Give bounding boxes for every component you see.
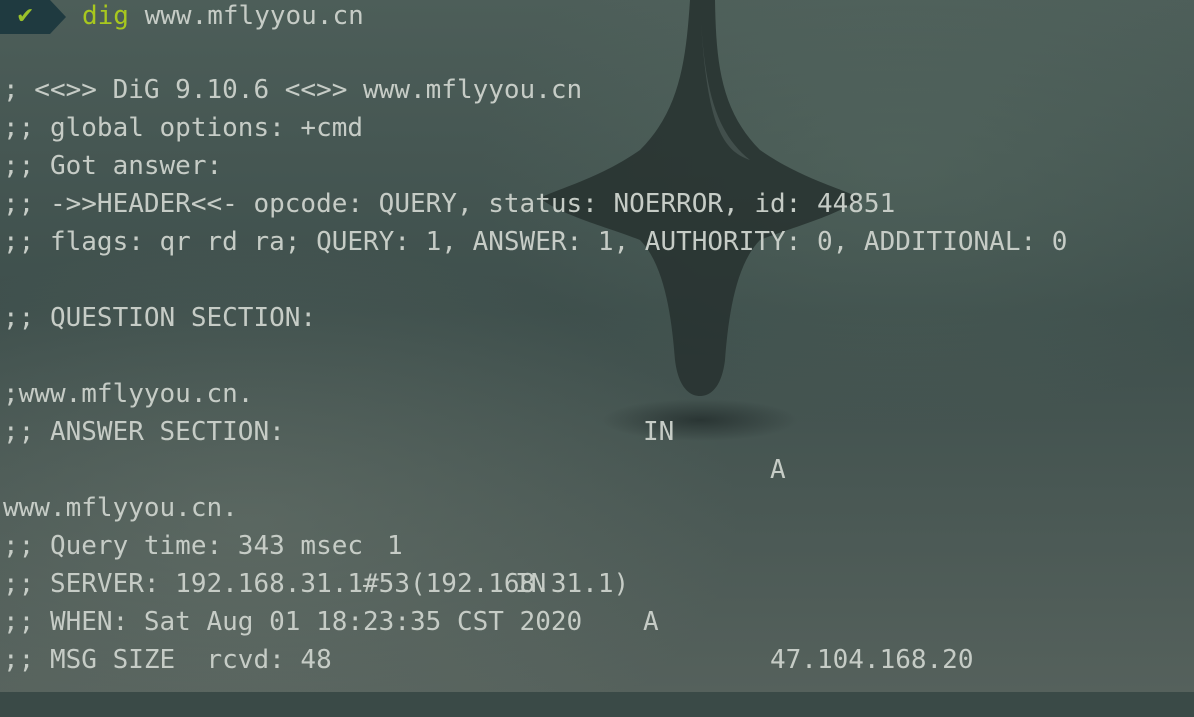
server-line: ;; SERVER: 192.168.31.1#53(192.168.31.1) bbox=[3, 569, 630, 599]
global-options-line: ;; global options: +cmd bbox=[3, 113, 364, 143]
answer-section-title: ;; ANSWER SECTION: bbox=[3, 417, 285, 447]
got-answer-line: ;; Got answer: bbox=[3, 151, 223, 181]
question-record: ;www.mflyyou.cn. IN A bbox=[3, 337, 1193, 485]
when-line: ;; WHEN: Sat Aug 01 18:23:35 CST 2020 bbox=[3, 607, 583, 637]
answer-address: 47.104.168.20 bbox=[770, 645, 974, 675]
flags-line: ;; flags: qr rd ra; QUERY: 1, ANSWER: 1,… bbox=[3, 227, 1068, 257]
command-line[interactable]: dig www.mflyyou.cn bbox=[82, 0, 364, 35]
answer-name: www.mflyyou.cn. bbox=[3, 493, 238, 523]
question-section-title: ;; QUESTION SECTION: bbox=[3, 303, 317, 333]
header-line: ;; ->>HEADER<<- opcode: QUERY, status: N… bbox=[3, 189, 896, 219]
answer-type: A bbox=[643, 607, 659, 637]
dig-banner: ; <<>> DiG 9.10.6 <<>> www.mflyyou.cn bbox=[3, 75, 583, 105]
answer-record: www.mflyyou.cn. 1 IN A 47.104.168.20 bbox=[3, 451, 1193, 675]
check-icon: ✔ bbox=[16, 4, 35, 29]
prompt-status-badge: ✔ bbox=[0, 0, 66, 34]
command-name: dig bbox=[82, 1, 129, 31]
command-argument: www.mflyyou.cn bbox=[144, 1, 364, 31]
terminal-output: ✔ dig www.mflyyou.cn ; <<>> DiG 9.10.6 <… bbox=[0, 0, 1194, 692]
answer-ttl: 1 bbox=[387, 531, 403, 561]
query-time-line: ;; Query time: 343 msec bbox=[3, 531, 364, 561]
question-name: ;www.mflyyou.cn. bbox=[3, 379, 254, 409]
question-class: IN bbox=[643, 417, 675, 447]
msg-size-line: ;; MSG SIZE rcvd: 48 bbox=[3, 645, 332, 675]
